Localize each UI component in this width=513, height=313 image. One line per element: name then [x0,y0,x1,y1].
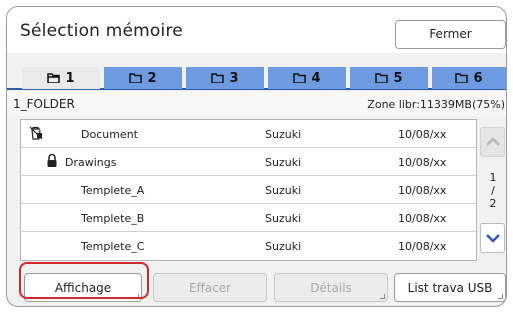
folder-open-icon [47,73,61,83]
file-row[interactable]: Templete_C Suzuki 10/08/xx [21,232,476,260]
file-date: 10/08/xx [398,212,447,225]
lock-icon [47,154,57,167]
folder-icon [211,73,225,83]
file-name: Templete_A [81,184,145,197]
tab-label: 2 [147,70,157,86]
tab-label: 6 [473,70,483,86]
file-name: Templete_B [81,212,145,225]
highlight-outline [19,262,149,299]
dialog-title: Sélection mémoire [20,21,183,41]
tab-6[interactable]: 6 [432,67,506,89]
usb-list-button[interactable]: List trava USB [394,273,506,302]
tab-label: 1 [65,70,75,86]
file-owner: Suzuki [265,128,302,141]
delete-button[interactable]: Effacer [153,273,267,302]
tab-5[interactable]: 5 [350,67,428,89]
file-owner: Suzuki [265,156,302,169]
tab-2[interactable]: 2 [104,67,182,89]
file-date: 10/08/xx [398,156,447,169]
tab-label: 5 [393,70,403,86]
total-pages: 2 [489,197,497,210]
folder-info-bar: 1_FOLDER Zone libr:11339MB(75%) [7,92,506,116]
file-date: 10/08/xx [398,240,447,253]
file-row[interactable]: Templete_B Suzuki 10/08/xx [21,204,476,232]
file-name: Drawings [65,156,117,169]
scroll-up-button[interactable] [480,127,505,157]
file-date: 10/08/xx [398,128,447,141]
tab-1[interactable]: 1 [22,67,100,89]
details-button[interactable]: Détails [274,273,388,302]
page-separator: / [491,184,495,197]
tab-3[interactable]: 3 [186,67,264,89]
delete-button-label: Effacer [188,280,232,295]
file-name: Templete_C [81,240,145,253]
tab-4[interactable]: 4 [268,67,346,89]
lock-trash-icon [29,126,43,140]
file-owner: Suzuki [265,240,302,253]
folder-name: 1_FOLDER [13,97,75,111]
page-indicator: 1 / 2 [482,171,504,210]
file-name: Document [81,128,138,141]
folder-icon [293,73,307,83]
dialog-header: Sélection mémoire Fermer [7,7,506,53]
chevron-up-icon [485,137,500,146]
scroll-down-button[interactable] [480,223,505,253]
tab-label: 4 [311,70,321,86]
details-button-label: Détails [310,280,352,295]
tab-label: 3 [229,70,239,86]
folder-icon [129,73,143,83]
current-page: 1 [489,171,497,184]
file-row[interactable]: Document Suzuki 10/08/xx [21,120,476,148]
folder-tabs: 1 2 3 4 5 6 [7,67,506,90]
corner-grip-icon [380,294,385,299]
free-space-indicator: Zone libr:11339MB(75%) [367,98,505,111]
file-owner: Suzuki [265,184,302,197]
usb-list-button-label: List trava USB [407,280,493,295]
folder-icon [455,73,469,83]
file-list: Document Suzuki 10/08/xx Drawings Suzuki… [20,119,477,261]
file-row[interactable]: Drawings Suzuki 10/08/xx [21,148,476,176]
folder-icon [375,73,389,83]
file-owner: Suzuki [265,212,302,225]
close-button[interactable]: Fermer [395,20,506,49]
corner-grip-icon [498,294,503,299]
chevron-down-icon [485,234,500,243]
file-date: 10/08/xx [398,184,447,197]
file-row[interactable]: Templete_A Suzuki 10/08/xx [21,176,476,204]
